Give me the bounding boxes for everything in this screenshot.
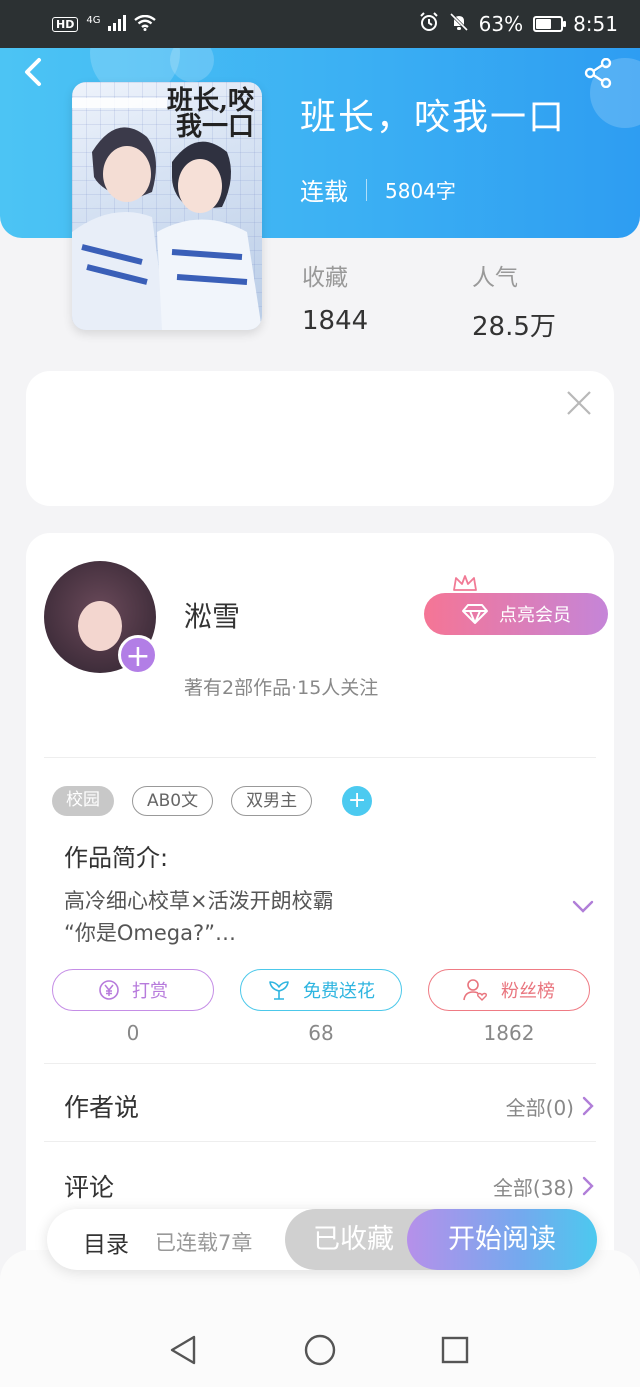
status-left: HD 4G [52,14,157,34]
comments-row[interactable]: 评论 全部(38) [64,1168,594,1204]
reward-button[interactable]: 打赏 [52,969,214,1011]
fans-rank-button[interactable]: 粉丝榜 [428,969,590,1011]
author-says-all: 全部(0) [505,1095,574,1120]
book-info-card: + 淞雪 点亮会员 著有2部作品·15人关注 校园 AB0文 双男主 + 作品简… [26,533,614,1253]
alarm-icon [419,11,439,37]
diamond-icon [462,604,488,624]
intro-title: 作品简介: [64,844,169,872]
book-cover[interactable]: 班长,咬我一口 [72,82,262,330]
chevron-down-icon [572,900,594,913]
vip-button-label: 点亮会员 [499,605,571,626]
stat-popularity: 人气 28.5万 [472,258,640,343]
yen-coin-icon [99,980,119,1000]
triangle-back-icon [170,1335,196,1365]
nav-recents-button[interactable] [440,1334,470,1370]
nav-back-button[interactable] [168,1334,198,1370]
cover-title-art: 班长,咬我一口 [166,86,254,142]
comments-title: 评论 [64,1173,115,1202]
share-icon [584,57,612,89]
wifi-icon [134,14,157,34]
decor-bubble [170,48,214,82]
book-detail-page: HD 4G 63% 8:51 班长,咬我一口 班长，咬我一口 连载 5804字 … [0,0,640,1387]
expand-intro-button[interactable] [572,899,594,918]
nav-home-button[interactable] [303,1334,337,1370]
comments-link[interactable]: 全部(38) [493,1172,594,1201]
vip-button[interactable]: 点亮会员 [424,593,608,635]
author-says-row[interactable]: 作者说 全部(0) [64,1088,594,1124]
toc-button[interactable]: 目录 [83,1225,129,1259]
author-says-link[interactable]: 全部(0) [506,1092,594,1121]
divider [44,1141,596,1142]
reward-action: 打赏 0 [52,969,214,1045]
flower-count: 68 [308,1021,334,1045]
battery-fill [536,19,552,29]
send-flower-button[interactable]: 免费送花 [240,969,402,1011]
square-recents-icon [441,1336,469,1364]
fans-action: 粉丝榜 1862 [428,969,590,1045]
meta-divider [366,178,367,201]
network-indicator: 4G [86,14,101,26]
battery-icon [533,16,567,32]
serial-status: 连载 [300,178,348,206]
flower-action: 免费送花 68 [240,969,402,1045]
system-nav-bar [0,1250,640,1387]
hd-indicator: HD [52,16,79,32]
book-title: 班长，咬我一口 [300,97,567,138]
chevron-right-icon [582,1176,594,1196]
stat-label: 收藏 [302,265,348,291]
stat-favorites: 收藏 1844 [302,258,472,343]
circle-home-icon [304,1334,336,1366]
author-works-followers: 著有2部作品·15人关注 [184,677,379,699]
stat-value: 28.5万 [472,312,556,342]
bottom-action-bar: 目录 已连载7章 已收藏 开始阅读 [47,1209,597,1270]
divider [44,757,596,758]
reward-count: 0 [126,1021,140,1045]
fans-count: 1862 [483,1021,535,1045]
close-icon [567,391,591,415]
support-actions: 打赏 0 免费送花 68 粉丝榜 1862 [52,969,590,1045]
book-meta: 连载 5804字 [300,172,456,207]
chevron-right-icon [582,1096,594,1116]
battery-percent: 63% [478,12,524,36]
stat-value: 1844 [302,306,369,336]
start-reading-button[interactable]: 开始阅读 [407,1209,597,1270]
share-button[interactable] [584,57,612,92]
intro-line: “你是Omega?”… [64,921,237,945]
stat-label: 人气 [472,265,518,291]
book-stats: 收藏 1844 人气 28.5万 [302,258,640,343]
avatar-face [78,601,122,651]
tag-list: 校园 AB0文 双男主 + [52,786,373,816]
ad-card [26,371,614,506]
reward-label: 打赏 [132,981,168,1002]
divider [44,1063,596,1064]
status-right: 63% 8:51 [419,11,618,37]
word-count: 5804字 [385,179,456,203]
mute-bell-icon [449,12,469,37]
author-name[interactable]: 淞雪 [184,595,240,635]
author-says-title: 作者说 [64,1093,140,1122]
chapter-count[interactable]: 已连载7章 [155,1227,252,1257]
clock: 8:51 [573,12,618,36]
user-heart-icon [463,979,487,1001]
tag-campus[interactable]: 校园 [52,786,114,816]
intro-line: 高冷细心校草×活泼开朗校霸 [64,889,334,913]
fans-label: 粉丝榜 [501,981,555,1002]
back-button[interactable] [22,56,44,96]
status-bar: HD 4G 63% 8:51 [0,0,640,48]
follow-author-button[interactable]: + [118,635,158,675]
add-tag-button[interactable]: + [342,786,373,816]
signal-icon [108,14,127,34]
flower-label: 免费送花 [303,981,375,1002]
intro-text: 高冷细心校草×活泼开朗校霸 “你是Omega?”… [64,885,544,949]
tag-abo[interactable]: AB0文 [132,786,214,816]
flower-icon [269,981,289,1000]
comments-all: 全部(38) [492,1175,574,1200]
close-ad-button[interactable] [566,385,592,425]
tag-double-male[interactable]: 双男主 [231,786,313,816]
